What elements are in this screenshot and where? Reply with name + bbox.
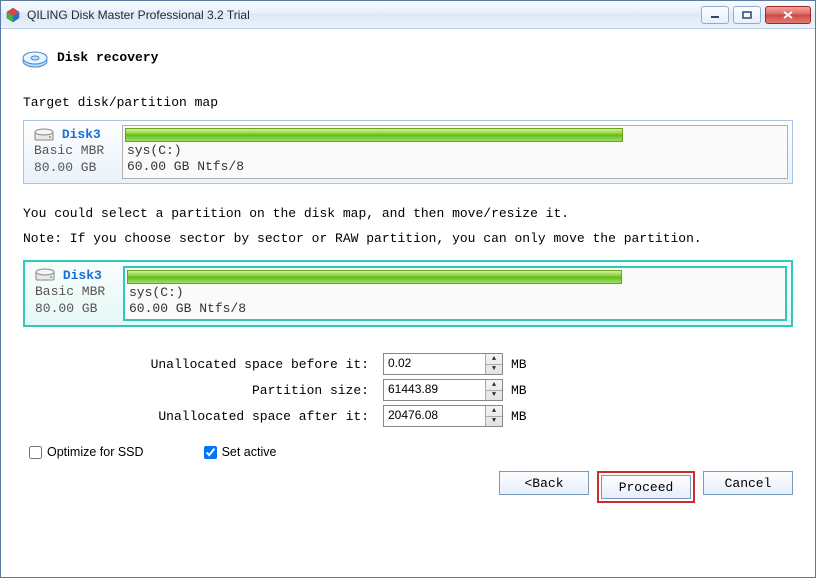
app-icon [5, 7, 21, 23]
disk-size: 80.00 GB [35, 301, 117, 317]
unallocated-after-label: Unallocated space after it: [23, 409, 383, 424]
unit-label: MB [511, 383, 527, 398]
partition-bar[interactable] [127, 270, 622, 284]
page-title: Disk recovery [57, 50, 158, 65]
target-disk-box[interactable]: Disk3 Basic MBR 80.00 GB sys(C:) 60.00 G… [23, 120, 793, 184]
spinner-up-icon[interactable]: ▲ [486, 380, 502, 391]
maximize-button[interactable] [733, 6, 761, 24]
spinner-down-icon[interactable]: ▼ [486, 365, 502, 375]
close-button[interactable] [765, 6, 811, 24]
partition-bar[interactable] [125, 128, 623, 142]
disk-type: Basic MBR [34, 143, 116, 159]
disk-name: Disk3 [62, 127, 101, 142]
selected-disk-box[interactable]: Disk3 Basic MBR 80.00 GB sys(C:) 60.00 G… [23, 260, 793, 328]
partition-size: 60.00 GB Ntfs/8 [127, 159, 783, 175]
partition-size-input[interactable]: 61443.89 ▲ ▼ [383, 379, 503, 401]
window: QILING Disk Master Professional 3.2 Tria… [0, 0, 816, 578]
spinner-down-icon[interactable]: ▼ [486, 391, 502, 401]
info-text: You could select a partition on the disk… [23, 206, 793, 221]
spinner-down-icon[interactable]: ▼ [486, 417, 502, 427]
spinner-up-icon[interactable]: ▲ [486, 354, 502, 365]
proceed-highlight: Proceed [597, 471, 695, 503]
partition-map-selected[interactable]: sys(C:) 60.00 GB Ntfs/8 [123, 266, 787, 322]
titlebar: QILING Disk Master Professional 3.2 Tria… [1, 1, 815, 29]
window-title: QILING Disk Master Professional 3.2 Tria… [27, 8, 250, 22]
disk-type: Basic MBR [35, 284, 117, 300]
unallocated-before-input[interactable]: 0.02 ▲ ▼ [383, 353, 503, 375]
hard-drive-icon [35, 268, 55, 282]
partition-label: sys(C:) [129, 285, 781, 301]
note-text: Note: If you choose sector by sector or … [23, 231, 793, 246]
spinner-up-icon[interactable]: ▲ [486, 406, 502, 417]
disk-name: Disk3 [63, 268, 102, 283]
partition-map[interactable]: sys(C:) 60.00 GB Ntfs/8 [122, 125, 788, 179]
proceed-button[interactable]: Proceed [601, 475, 691, 499]
partition-label: sys(C:) [127, 143, 783, 159]
disk-size: 80.00 GB [34, 160, 116, 176]
optimize-ssd-checkbox[interactable]: Optimize for SSD [29, 445, 144, 459]
partition-size-label: Partition size: [23, 383, 383, 398]
unit-label: MB [511, 357, 527, 372]
section-label: Target disk/partition map [23, 95, 793, 110]
cancel-button[interactable]: Cancel [703, 471, 793, 495]
unallocated-after-input[interactable]: 20476.08 ▲ ▼ [383, 405, 503, 427]
partition-size: 60.00 GB Ntfs/8 [129, 301, 781, 317]
set-active-checkbox[interactable]: Set active [204, 445, 277, 459]
unallocated-before-label: Unallocated space before it: [23, 357, 383, 372]
minimize-button[interactable] [701, 6, 729, 24]
disk-recovery-icon [21, 43, 49, 71]
unit-label: MB [511, 409, 527, 424]
back-button[interactable]: <Back [499, 471, 589, 495]
hard-drive-icon [34, 128, 54, 142]
